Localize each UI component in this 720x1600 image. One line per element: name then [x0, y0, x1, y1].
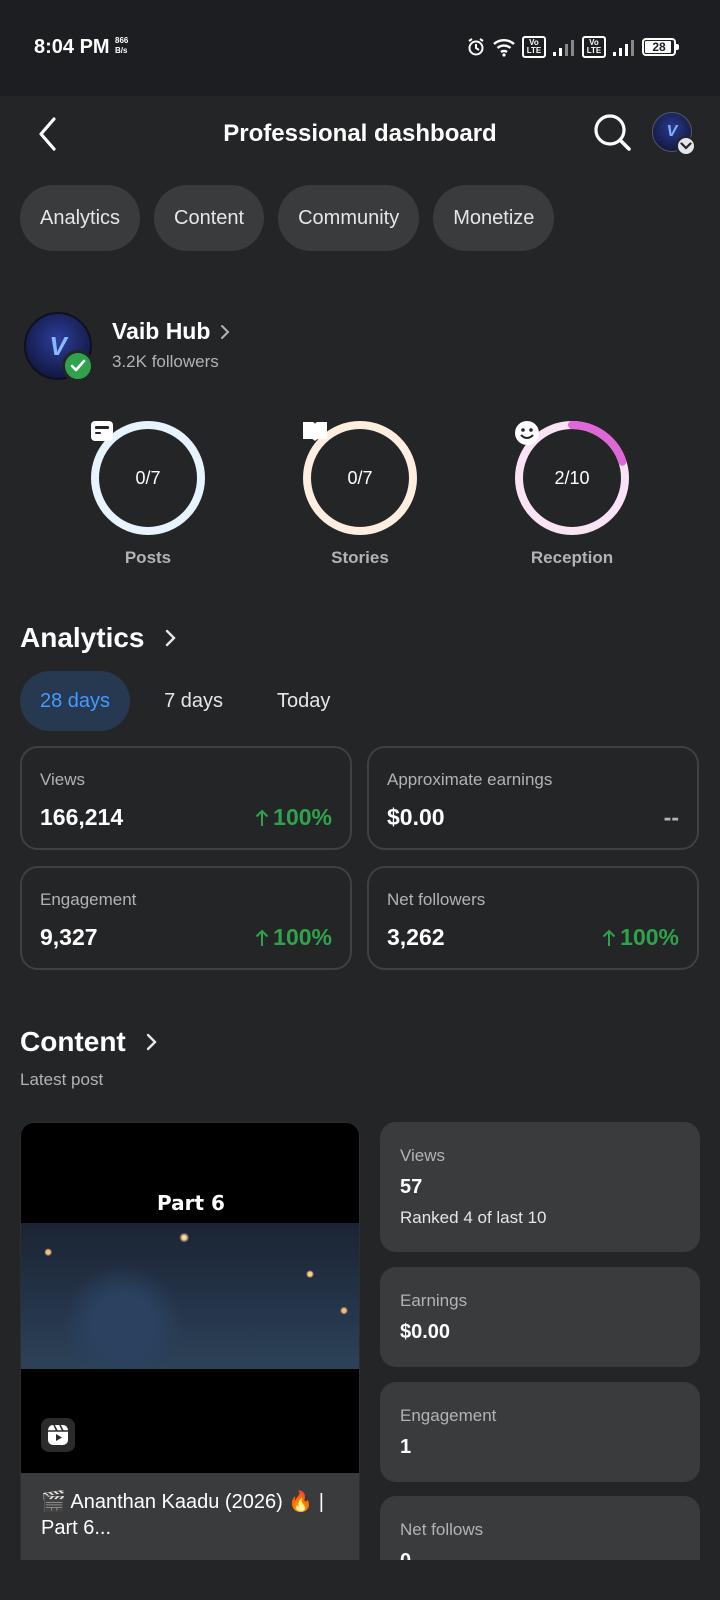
goal-label: Reception: [530, 548, 614, 567]
status-icons: Vo LTE Vo LTE 28: [466, 36, 679, 58]
thumbnail-scene: [21, 1223, 359, 1369]
metric-change: 100%: [255, 804, 332, 831]
metric-card-earnings[interactable]: Approximate earnings $0.00 --: [367, 746, 699, 850]
chip-community[interactable]: Community: [278, 185, 420, 251]
goal-label: Posts: [124, 548, 172, 567]
metric-change-value: 100%: [620, 924, 679, 950]
latest-post-label: Latest post: [20, 1070, 104, 1089]
volte-badge: Vo LTE: [522, 36, 546, 58]
stat-value: 57: [400, 1176, 423, 1198]
status-bar: 8:04 PM 866 B/s Vo LTE Vo LTE 28: [0, 0, 720, 96]
analytics-section-link[interactable]: Analytics: [20, 622, 177, 654]
metric-card-net-followers[interactable]: Net followers 3,262 100%: [367, 866, 699, 970]
content-section-link[interactable]: Content: [20, 1026, 158, 1058]
battery-level: 28: [652, 40, 666, 54]
goal-count: 0/7: [135, 467, 161, 488]
metric-value: 3,262: [387, 924, 445, 950]
verified-check-icon: [62, 350, 94, 382]
volte-badge-2: Vo LTE: [582, 36, 606, 58]
goal-ring: 0/7: [90, 420, 206, 536]
metric-value: 9,327: [40, 924, 98, 950]
goal-stories[interactable]: 0/7 Stories: [290, 420, 430, 568]
system-nav-bar: [0, 1560, 720, 1600]
post-thumbnail: Part 6: [21, 1123, 359, 1473]
page-name-text: Vaib Hub: [112, 318, 211, 344]
range-tab-28-days[interactable]: 28 days: [20, 671, 131, 731]
stat-label: Net follows: [400, 1520, 484, 1539]
stat-label: Earnings: [400, 1291, 468, 1310]
stat-label: Views: [400, 1146, 446, 1165]
dashboard-tabs: Analytics Content Community Monetize: [20, 185, 555, 251]
post-stat-earnings: Earnings $0.00: [380, 1267, 700, 1367]
post-stat-engagement: Engagement 1: [380, 1382, 700, 1482]
app-header: Professional dashboard V: [0, 96, 720, 176]
goal-count: 0/7: [347, 467, 373, 488]
chevron-right-icon: [146, 1033, 157, 1051]
battery-icon: 28: [642, 38, 679, 56]
reel-icon: [41, 1418, 75, 1452]
arrow-up-icon: [602, 929, 616, 946]
metric-change-value: 100%: [273, 924, 332, 950]
stat-subtext: Ranked 4 of last 10: [400, 1208, 547, 1227]
metric-change: 100%: [255, 924, 332, 951]
metric-value: 166,214: [40, 804, 124, 830]
metric-card-views[interactable]: Views 166,214 100%: [20, 746, 352, 850]
arrow-up-icon: [255, 929, 269, 946]
metric-label: Approximate earnings: [387, 770, 553, 789]
metric-value: $0.00: [387, 804, 445, 830]
search-button[interactable]: [590, 110, 634, 154]
chevron-right-icon: [165, 629, 176, 647]
goal-reception[interactable]: 2/10 Reception: [502, 420, 642, 568]
wifi-icon: [493, 39, 515, 57]
chip-content[interactable]: Content: [154, 185, 265, 251]
latest-post-card[interactable]: Part 6 🎬 Ananthan Kaadu (2026) 🔥 | Part …: [20, 1122, 360, 1562]
thumbnail-overlay-text: Part 6: [157, 1191, 225, 1215]
goal-label: Stories: [331, 548, 389, 567]
range-tab-today[interactable]: Today: [257, 671, 350, 731]
goal-ring: 2/10: [514, 420, 630, 536]
stat-label: Engagement: [400, 1406, 497, 1425]
alarm-icon: [468, 38, 484, 56]
signal-icon-2: [613, 40, 634, 56]
search-icon: [594, 114, 631, 151]
avatar-text: V: [666, 123, 678, 140]
metric-label: Engagement: [40, 890, 137, 909]
post-stat-views: Views 57 Ranked 4 of last 10: [380, 1122, 700, 1252]
smiley-icon: [515, 421, 539, 445]
status-time: 8:04 PM: [34, 36, 110, 58]
content-title: Content: [20, 1026, 126, 1057]
metric-label: Net followers: [387, 890, 486, 909]
profile-switcher-button[interactable]: V: [652, 112, 696, 156]
stat-value: $0.00: [400, 1321, 451, 1343]
signal-icon: [553, 40, 574, 56]
chip-analytics[interactable]: Analytics: [20, 185, 141, 251]
metric-change-value: 100%: [273, 804, 332, 830]
followers-count: 3.2K followers: [112, 352, 219, 371]
stat-value: 1: [400, 1436, 412, 1458]
book-icon: [303, 422, 327, 441]
page-name[interactable]: Vaib Hub: [112, 318, 230, 345]
chevron-right-icon: [221, 324, 230, 339]
network-speed: 866 B/s: [115, 36, 129, 55]
range-tab-7-days[interactable]: 7 days: [144, 671, 243, 731]
goal-posts[interactable]: 0/7 Posts: [78, 420, 218, 568]
range-tabs: 28 days 7 days Today: [20, 671, 364, 731]
chevron-down-icon: [676, 136, 696, 156]
metric-change: 100%: [602, 924, 679, 951]
goal-ring: 0/7: [302, 420, 418, 536]
arrow-up-icon: [255, 809, 269, 826]
post-caption: 🎬 Ananthan Kaadu (2026) 🔥 | Part 6...: [21, 1473, 359, 1561]
metric-card-engagement[interactable]: Engagement 9,327 100%: [20, 866, 352, 970]
goal-count: 2/10: [554, 467, 590, 488]
chip-monetize[interactable]: Monetize: [433, 185, 555, 251]
analytics-title: Analytics: [20, 622, 145, 653]
metric-label: Views: [40, 770, 86, 789]
metric-change-value: --: [663, 804, 679, 830]
metric-change: --: [664, 804, 679, 831]
profile-row[interactable]: V Vaib Hub 3.2K followers: [24, 312, 684, 382]
weekly-goals: 0/7 Posts 0/7 Stories 2/10 Reception: [0, 420, 720, 580]
post-icon: [91, 421, 113, 441]
